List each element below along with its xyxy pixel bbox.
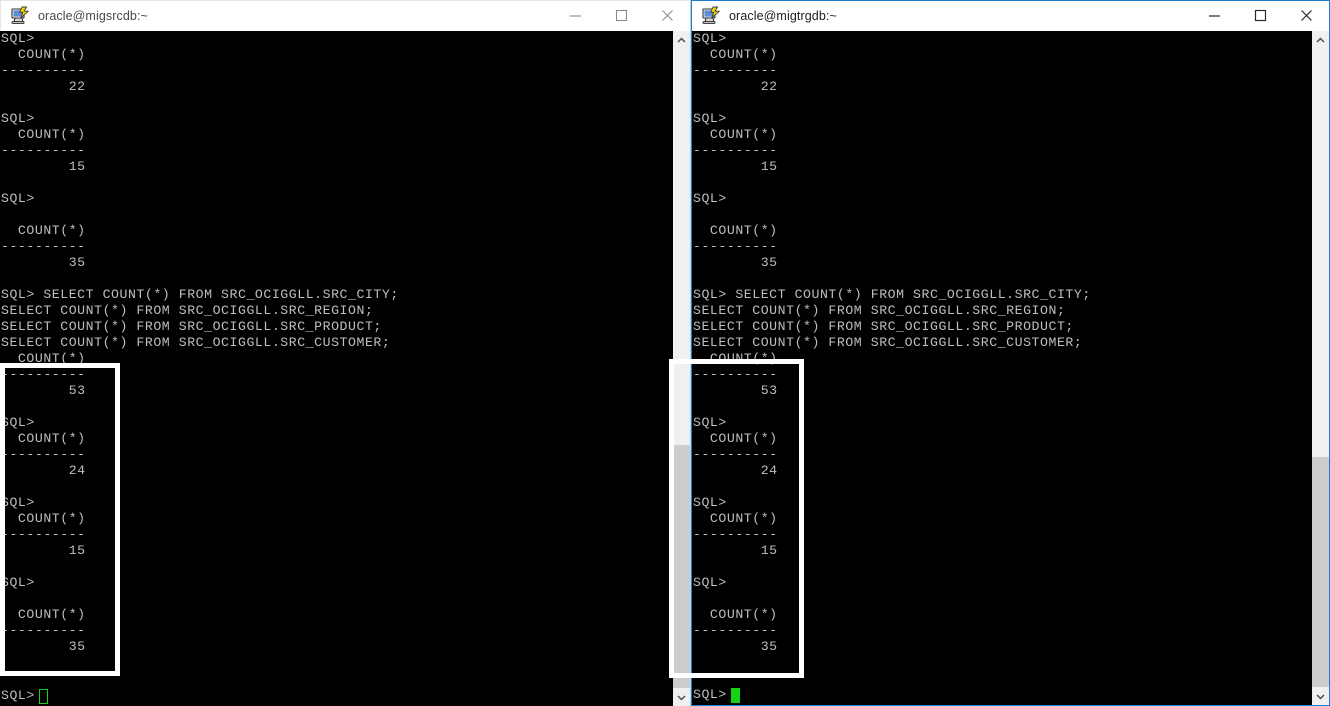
maximize-button-left[interactable] — [598, 1, 644, 30]
titlebar-right[interactable]: oracle@migtrgdb:~ — [692, 1, 1329, 31]
terminal-cursor-left — [38, 688, 48, 704]
screen: oracle@migsrcdb:~ SQL> COUNT(*) --------… — [0, 0, 1330, 706]
terminal-text-left: SQL> COUNT(*) ---------- 22 SQL> COUNT(*… — [1, 31, 399, 654]
scrollbar-track-left[interactable] — [673, 49, 690, 688]
scrollbar-track-right[interactable] — [1312, 49, 1329, 687]
scroll-up-arrow-right[interactable] — [1312, 31, 1329, 49]
terminal-output-left[interactable]: SQL> COUNT(*) ---------- 22 SQL> COUNT(*… — [0, 31, 672, 706]
window-controls-left — [552, 1, 690, 30]
putty-window-migsrcdb[interactable]: oracle@migsrcdb:~ SQL> COUNT(*) --------… — [0, 0, 691, 706]
window-controls-right — [1191, 1, 1329, 30]
close-button-left[interactable] — [644, 1, 690, 30]
close-icon — [661, 10, 673, 21]
terminal-prompt-line-right: SQL> — [692, 687, 740, 703]
window-title-right: oracle@migtrgdb:~ — [729, 8, 837, 23]
scrollbar-thumb-right[interactable] — [1312, 457, 1329, 687]
scroll-down-arrow-left[interactable] — [673, 688, 690, 706]
close-icon — [1300, 10, 1312, 21]
terminal-area-left[interactable]: SQL> COUNT(*) ---------- 22 SQL> COUNT(*… — [0, 31, 690, 706]
minimize-button-right[interactable] — [1191, 1, 1237, 30]
prompt-label-left: SQL> — [1, 688, 35, 703]
minimize-button-left[interactable] — [552, 1, 598, 30]
putty-icon — [11, 6, 29, 24]
putty-icon — [702, 6, 720, 24]
scrollbar-thumb-left[interactable] — [673, 445, 690, 688]
chevron-up-icon — [677, 37, 686, 43]
terminal-prompt-line-left: SQL> — [0, 688, 48, 704]
maximize-icon — [615, 9, 627, 22]
putty-window-migtrgdb[interactable]: oracle@migtrgdb:~ SQL> COUNT(*) --------… — [691, 0, 1330, 706]
chevron-up-icon — [1316, 37, 1325, 43]
chevron-down-icon — [1316, 693, 1325, 699]
window-title-left: oracle@migsrcdb:~ — [38, 8, 148, 23]
chevron-down-icon — [677, 694, 686, 700]
titlebar-left[interactable]: oracle@migsrcdb:~ — [0, 0, 690, 31]
maximize-icon — [1254, 9, 1266, 22]
minimize-icon — [1208, 15, 1220, 17]
minimize-icon — [569, 15, 581, 17]
terminal-text-right: SQL> COUNT(*) ---------- 22 SQL> COUNT(*… — [693, 31, 1091, 654]
scrollbar-left[interactable] — [672, 31, 690, 706]
prompt-label-right: SQL> — [693, 687, 727, 702]
scroll-down-arrow-right[interactable] — [1312, 687, 1329, 705]
terminal-cursor-right — [730, 687, 740, 703]
scrollbar-right[interactable] — [1311, 31, 1329, 705]
maximize-button-right[interactable] — [1237, 1, 1283, 30]
scroll-up-arrow-left[interactable] — [673, 31, 690, 49]
terminal-output-right[interactable]: SQL> COUNT(*) ---------- 22 SQL> COUNT(*… — [692, 31, 1311, 705]
close-button-right[interactable] — [1283, 1, 1329, 30]
terminal-area-right[interactable]: SQL> COUNT(*) ---------- 22 SQL> COUNT(*… — [692, 31, 1329, 705]
